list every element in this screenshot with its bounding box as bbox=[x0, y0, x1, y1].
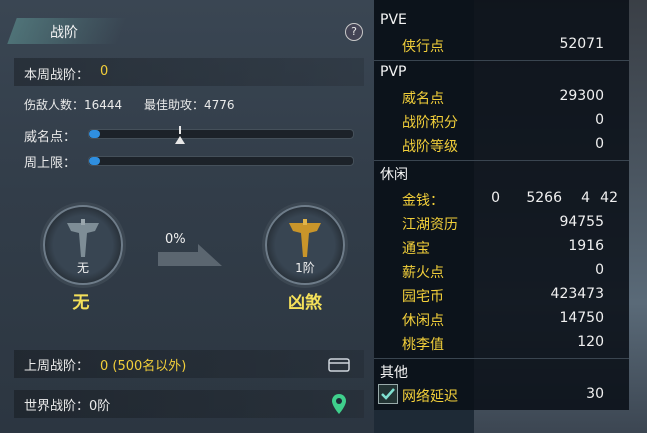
list-item: 桃李值 120 bbox=[402, 332, 632, 354]
yuanzhai-label: 园宅币 bbox=[402, 289, 444, 305]
fame-progress-fill bbox=[89, 130, 100, 138]
week-cap-row: 周上限： bbox=[14, 148, 364, 176]
chest-icon[interactable] bbox=[328, 356, 350, 372]
week-rank-value: 0 bbox=[100, 64, 109, 79]
list-item: 战阶积分 0 bbox=[402, 110, 632, 132]
fame-marker-icon bbox=[175, 136, 185, 144]
section-pve-title: PVE bbox=[380, 12, 407, 28]
xiaxing-label: 侠行点 bbox=[402, 39, 444, 55]
leisure-points-value: 14750 bbox=[559, 310, 604, 326]
week-rank-row: 本周战阶： 0 bbox=[14, 58, 364, 86]
current-rank-level: 无 bbox=[76, 261, 89, 275]
list-item: 威名点 29300 bbox=[402, 86, 632, 108]
list-item: 江湖资历 94755 bbox=[402, 212, 632, 234]
location-pin-icon[interactable] bbox=[332, 394, 346, 414]
list-item: 网络延迟 30 bbox=[402, 384, 632, 406]
list-item: 通宝 1916 bbox=[402, 236, 632, 258]
fame-progress-bar bbox=[88, 129, 354, 139]
last-week-row: 上周战阶： 0 (500名以外) bbox=[14, 350, 364, 378]
fame-marker-line bbox=[179, 126, 181, 134]
taoli-label: 桃李值 bbox=[402, 337, 444, 353]
xinhuo-value: 0 bbox=[595, 262, 604, 278]
rank-level-value: 0 bbox=[595, 136, 604, 152]
enemies-defeated: 伤敌人数：16444 bbox=[24, 98, 123, 112]
divider bbox=[374, 60, 629, 61]
panel-titlebar: 战阶 ? bbox=[0, 14, 374, 48]
help-button[interactable]: ? bbox=[345, 23, 363, 41]
taoli-value: 120 bbox=[577, 334, 604, 350]
yuanzhai-value: 423473 bbox=[550, 286, 604, 302]
money-label: 金钱： bbox=[402, 193, 444, 209]
divider bbox=[374, 358, 629, 359]
best-assists: 最佳助攻：4776 bbox=[144, 98, 235, 112]
list-item: 侠行点 52071 bbox=[402, 34, 632, 56]
latency-checkbox[interactable] bbox=[378, 384, 398, 404]
world-rank-label: 世界战阶：0阶 bbox=[24, 399, 111, 414]
fame-points-label: 威名点 bbox=[402, 91, 444, 107]
week-cap-label: 周上限： bbox=[24, 156, 77, 171]
currency-list: PVE 侠行点 52071 PVP 威名点 29300 战阶积分 0 战阶等级 … bbox=[374, 0, 629, 410]
rank-points-value: 0 bbox=[595, 112, 604, 128]
xiaxing-value: 52071 bbox=[559, 36, 604, 52]
world-rank-row: 世界战阶：0阶 bbox=[14, 390, 364, 418]
fame-row: 威名点： bbox=[14, 122, 364, 150]
money-silver-value: 5266 bbox=[526, 190, 562, 206]
list-item: 战阶等级 0 bbox=[402, 134, 632, 156]
check-icon bbox=[381, 388, 395, 400]
currency-panel: PVE 侠行点 52071 PVP 威名点 29300 战阶积分 0 战阶等级 … bbox=[374, 0, 647, 433]
fame-label: 威名点： bbox=[24, 130, 77, 145]
list-item: 休闲点 14750 bbox=[402, 308, 632, 330]
next-rank-emblem[interactable]: 1阶 bbox=[265, 205, 345, 285]
banner-icon bbox=[67, 219, 99, 257]
list-item: 金钱： 0 5266 4 42 bbox=[402, 188, 632, 210]
fame-points-value: 29300 bbox=[559, 88, 604, 104]
list-item: 薪火点 0 bbox=[402, 260, 632, 282]
latency-value: 30 bbox=[586, 386, 604, 402]
money-copper-value: 4 bbox=[581, 190, 590, 206]
section-pvp-title: PVP bbox=[380, 64, 407, 80]
current-rank-name: 无 bbox=[72, 293, 90, 313]
next-rank-name: 凶煞 bbox=[288, 293, 322, 313]
week-rank-label: 本周战阶： bbox=[24, 68, 90, 83]
money-coin-value: 42 bbox=[600, 190, 618, 206]
week-cap-progress-fill bbox=[89, 157, 100, 165]
xinhuo-label: 薪火点 bbox=[402, 265, 444, 281]
latency-label: 网络延迟 bbox=[402, 389, 458, 405]
rank-points-label: 战阶积分 bbox=[402, 115, 458, 131]
money-gold-value: 0 bbox=[491, 190, 500, 206]
jianghu-label: 江湖资历 bbox=[402, 217, 458, 233]
stats-row: 伤敌人数：16444 最佳助攻：4776 bbox=[14, 90, 364, 118]
tongbao-label: 通宝 bbox=[402, 241, 430, 257]
leisure-points-label: 休闲点 bbox=[402, 313, 444, 329]
section-leisure-title: 休闲 bbox=[380, 167, 408, 183]
divider bbox=[374, 160, 629, 161]
list-item: 园宅币 423473 bbox=[402, 284, 632, 306]
current-rank-emblem[interactable]: 无 bbox=[43, 205, 123, 285]
section-other-title: 其他 bbox=[380, 365, 408, 381]
panel-title: 战阶 bbox=[50, 25, 78, 41]
jianghu-value: 94755 bbox=[559, 214, 604, 230]
banner-icon-gold bbox=[289, 219, 321, 257]
rank-level-label: 战阶等级 bbox=[402, 139, 458, 155]
last-week-value: 0 (500名以外) bbox=[100, 359, 187, 374]
tongbao-value: 1916 bbox=[568, 238, 604, 254]
war-rank-panel: 战阶 ? 本周战阶： 0 伤敌人数：16444 最佳助攻：4776 威名点： 周… bbox=[0, 0, 374, 433]
week-cap-progress-bar bbox=[88, 156, 354, 166]
last-week-label: 上周战阶： bbox=[24, 359, 90, 374]
next-rank-level: 1阶 bbox=[295, 261, 315, 275]
progress-arrow-icon bbox=[158, 244, 222, 266]
